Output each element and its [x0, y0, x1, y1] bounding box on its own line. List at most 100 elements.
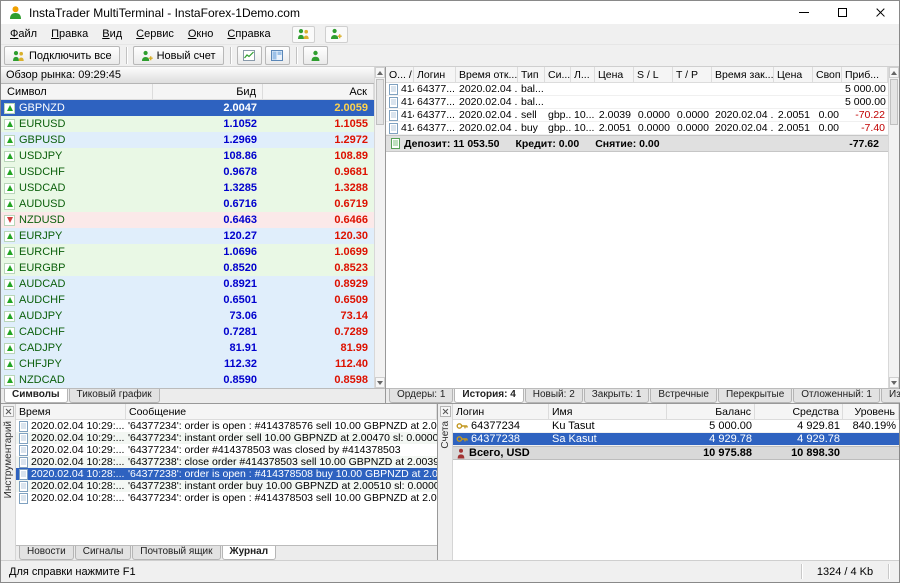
order-row[interactable]: 414...64377...2020.02.04 ...buygbp...10.…: [386, 122, 888, 135]
accounts-total-row[interactable]: Всего, USD10 975.8810 898.30: [453, 446, 899, 460]
journal-row[interactable]: 2020.02.04 10:29:...'64377234': order #4…: [16, 444, 437, 456]
orders-header-close-price[interactable]: Цена: [774, 67, 813, 82]
menu-item-service[interactable]: Сервис: [129, 25, 181, 43]
accounts-header-login[interactable]: Логин: [453, 404, 549, 419]
journal-row[interactable]: 2020.02.04 10:29:...'64377234': instant …: [16, 432, 437, 444]
market-tab-0[interactable]: Символы: [4, 389, 68, 403]
market-row[interactable]: CADJPY81.9181.99: [1, 340, 374, 356]
market-row[interactable]: EURJPY120.27120.30: [1, 228, 374, 244]
orders-tab-1[interactable]: История: 4: [454, 389, 523, 403]
market-row[interactable]: AUDUSD0.67160.6719: [1, 196, 374, 212]
close-panel-icon[interactable]: [3, 406, 14, 417]
market-row[interactable]: USDCAD1.32851.3288: [1, 180, 374, 196]
orders-header-open-time[interactable]: Время отк...: [456, 67, 518, 82]
market-row[interactable]: USDJPY108.86108.89: [1, 148, 374, 164]
market-row[interactable]: AUDCAD0.89210.8929: [1, 276, 374, 292]
layout-button[interactable]: [265, 46, 290, 65]
quick-account-button[interactable]: [325, 26, 348, 43]
menu-item-edit[interactable]: Правка: [44, 25, 95, 43]
scroll-track[interactable]: [375, 126, 385, 377]
account-row[interactable]: 64377238Sa Kasut4 929.784 929.78: [453, 433, 899, 446]
orders-tab-6[interactable]: Отложенный: 1: [793, 389, 880, 403]
orders-header-login[interactable]: Логин: [414, 67, 456, 82]
market-scrollbar[interactable]: [374, 67, 385, 388]
market-row[interactable]: CADCHF0.72810.7289: [1, 324, 374, 340]
menu-item-file[interactable]: Файл: [3, 25, 44, 43]
minimize-button[interactable]: [785, 1, 823, 24]
market-row[interactable]: EURCHF1.06961.0699: [1, 244, 374, 260]
scroll-thumb[interactable]: [890, 79, 898, 125]
orders-tab-3[interactable]: Закрыть: 1: [584, 389, 650, 403]
journal-row[interactable]: 2020.02.04 10:29:...'64377234': order is…: [16, 420, 437, 432]
maximize-button[interactable]: [823, 1, 861, 24]
journal-col-message[interactable]: Сообщение: [126, 404, 437, 419]
market-row[interactable]: NZDCAD0.85900.8598: [1, 372, 374, 388]
orders-header-profit[interactable]: Приб...: [842, 67, 888, 82]
market-row[interactable]: NZDUSD0.64630.6466: [1, 212, 374, 228]
market-tab-1[interactable]: Тиковый график: [69, 389, 160, 403]
journal-tab-2[interactable]: Почтовый ящик: [132, 546, 220, 560]
trader-button[interactable]: [303, 46, 328, 65]
scroll-up-icon[interactable]: [375, 67, 385, 78]
order-row[interactable]: 414...64377...2020.02.04 ...bal...5 000.…: [386, 96, 888, 109]
titlebar[interactable]: InstaTrader MultiTerminal - InstaForex-1…: [1, 1, 899, 24]
orders-tab-4[interactable]: Встречные: [650, 389, 717, 403]
orders-header-price[interactable]: Цена: [595, 67, 634, 82]
menu-item-window[interactable]: Окно: [181, 25, 221, 43]
orders-tab-2[interactable]: Новый: 2: [525, 389, 583, 403]
scroll-track[interactable]: [889, 126, 899, 377]
orders-header-close-time[interactable]: Время зак...: [712, 67, 774, 82]
market-row[interactable]: GBPUSD1.29691.2972: [1, 132, 374, 148]
market-col-ask[interactable]: Аск: [263, 84, 374, 99]
new-account-button[interactable]: Новый счет: [133, 46, 224, 65]
market-row[interactable]: AUDJPY73.0673.14: [1, 308, 374, 324]
orders-header-tp[interactable]: T / P: [673, 67, 712, 82]
menu-item-view[interactable]: Вид: [95, 25, 129, 43]
orders-tab-7[interactable]: Изменить: 1: [881, 389, 900, 403]
journal-tab-3[interactable]: Журнал: [222, 546, 277, 560]
accounts-header-balance[interactable]: Баланс: [667, 404, 755, 419]
market-row[interactable]: CHFJPY112.32112.40: [1, 356, 374, 372]
orders-header-symbol[interactable]: Си...: [545, 67, 571, 82]
journal-row[interactable]: 2020.02.04 10:28:...'64377238': instant …: [16, 480, 437, 492]
orders-header-sl[interactable]: S / L: [634, 67, 673, 82]
menu-item-help[interactable]: Справка: [220, 25, 277, 43]
journal-tab-1[interactable]: Сигналы: [75, 546, 132, 560]
connect-all-button[interactable]: Подключить все: [4, 46, 120, 65]
orders-header-order[interactable]: О... /: [386, 67, 414, 82]
market-row[interactable]: AUDCHF0.65010.6509: [1, 292, 374, 308]
accounts-header-equity[interactable]: Средства: [755, 404, 843, 419]
market-col-bid[interactable]: Бид: [153, 84, 263, 99]
scroll-thumb[interactable]: [376, 79, 384, 125]
close-panel-icon[interactable]: [440, 406, 451, 417]
account-row[interactable]: 64377234Ku Tasut5 000.004 929.81840.19%: [453, 420, 899, 433]
journal-row[interactable]: 2020.02.04 10:28:...'64377234': order is…: [16, 492, 437, 504]
orders-tab-0[interactable]: Ордеры: 1: [389, 389, 453, 403]
accounts-header-name[interactable]: Имя: [549, 404, 667, 419]
orders-header-lots[interactable]: Л...: [571, 67, 595, 82]
market-row[interactable]: EURUSD1.10521.1055: [1, 116, 374, 132]
orders-header-swap[interactable]: Своп: [813, 67, 842, 82]
bid-cell: 112.32: [153, 358, 263, 370]
orders-scrollbar[interactable]: [888, 67, 899, 388]
journal-row[interactable]: 2020.02.04 10:28:...'64377238': order is…: [16, 468, 437, 480]
menubar-quick-icons: [292, 26, 348, 43]
order-row[interactable]: 414...64377...2020.02.04 ...bal...5 000.…: [386, 83, 888, 96]
journal-tab-0[interactable]: Новости: [19, 546, 74, 560]
orders-header-type[interactable]: Тип: [518, 67, 545, 82]
order-row[interactable]: 414...64377...2020.02.04 ...sellgbp...10…: [386, 109, 888, 122]
journal-row[interactable]: 2020.02.04 10:28:...'64377238': close or…: [16, 456, 437, 468]
tick-chart-button[interactable]: [237, 46, 262, 65]
market-row[interactable]: GBPNZD2.00472.0059: [1, 100, 374, 116]
market-row[interactable]: USDCHF0.96780.9681: [1, 164, 374, 180]
market-col-symbol[interactable]: Символ: [1, 84, 153, 99]
market-row[interactable]: EURGBP0.85200.8523: [1, 260, 374, 276]
scroll-up-icon[interactable]: [889, 67, 899, 78]
quick-connect-button[interactable]: [292, 26, 315, 43]
orders-tab-5[interactable]: Перекрытые: [718, 389, 792, 403]
close-button[interactable]: [861, 1, 899, 24]
accounts-header-level[interactable]: Уровень: [843, 404, 899, 419]
journal-col-time[interactable]: Время: [16, 404, 126, 419]
scroll-down-icon[interactable]: [889, 377, 899, 388]
scroll-down-icon[interactable]: [375, 377, 385, 388]
